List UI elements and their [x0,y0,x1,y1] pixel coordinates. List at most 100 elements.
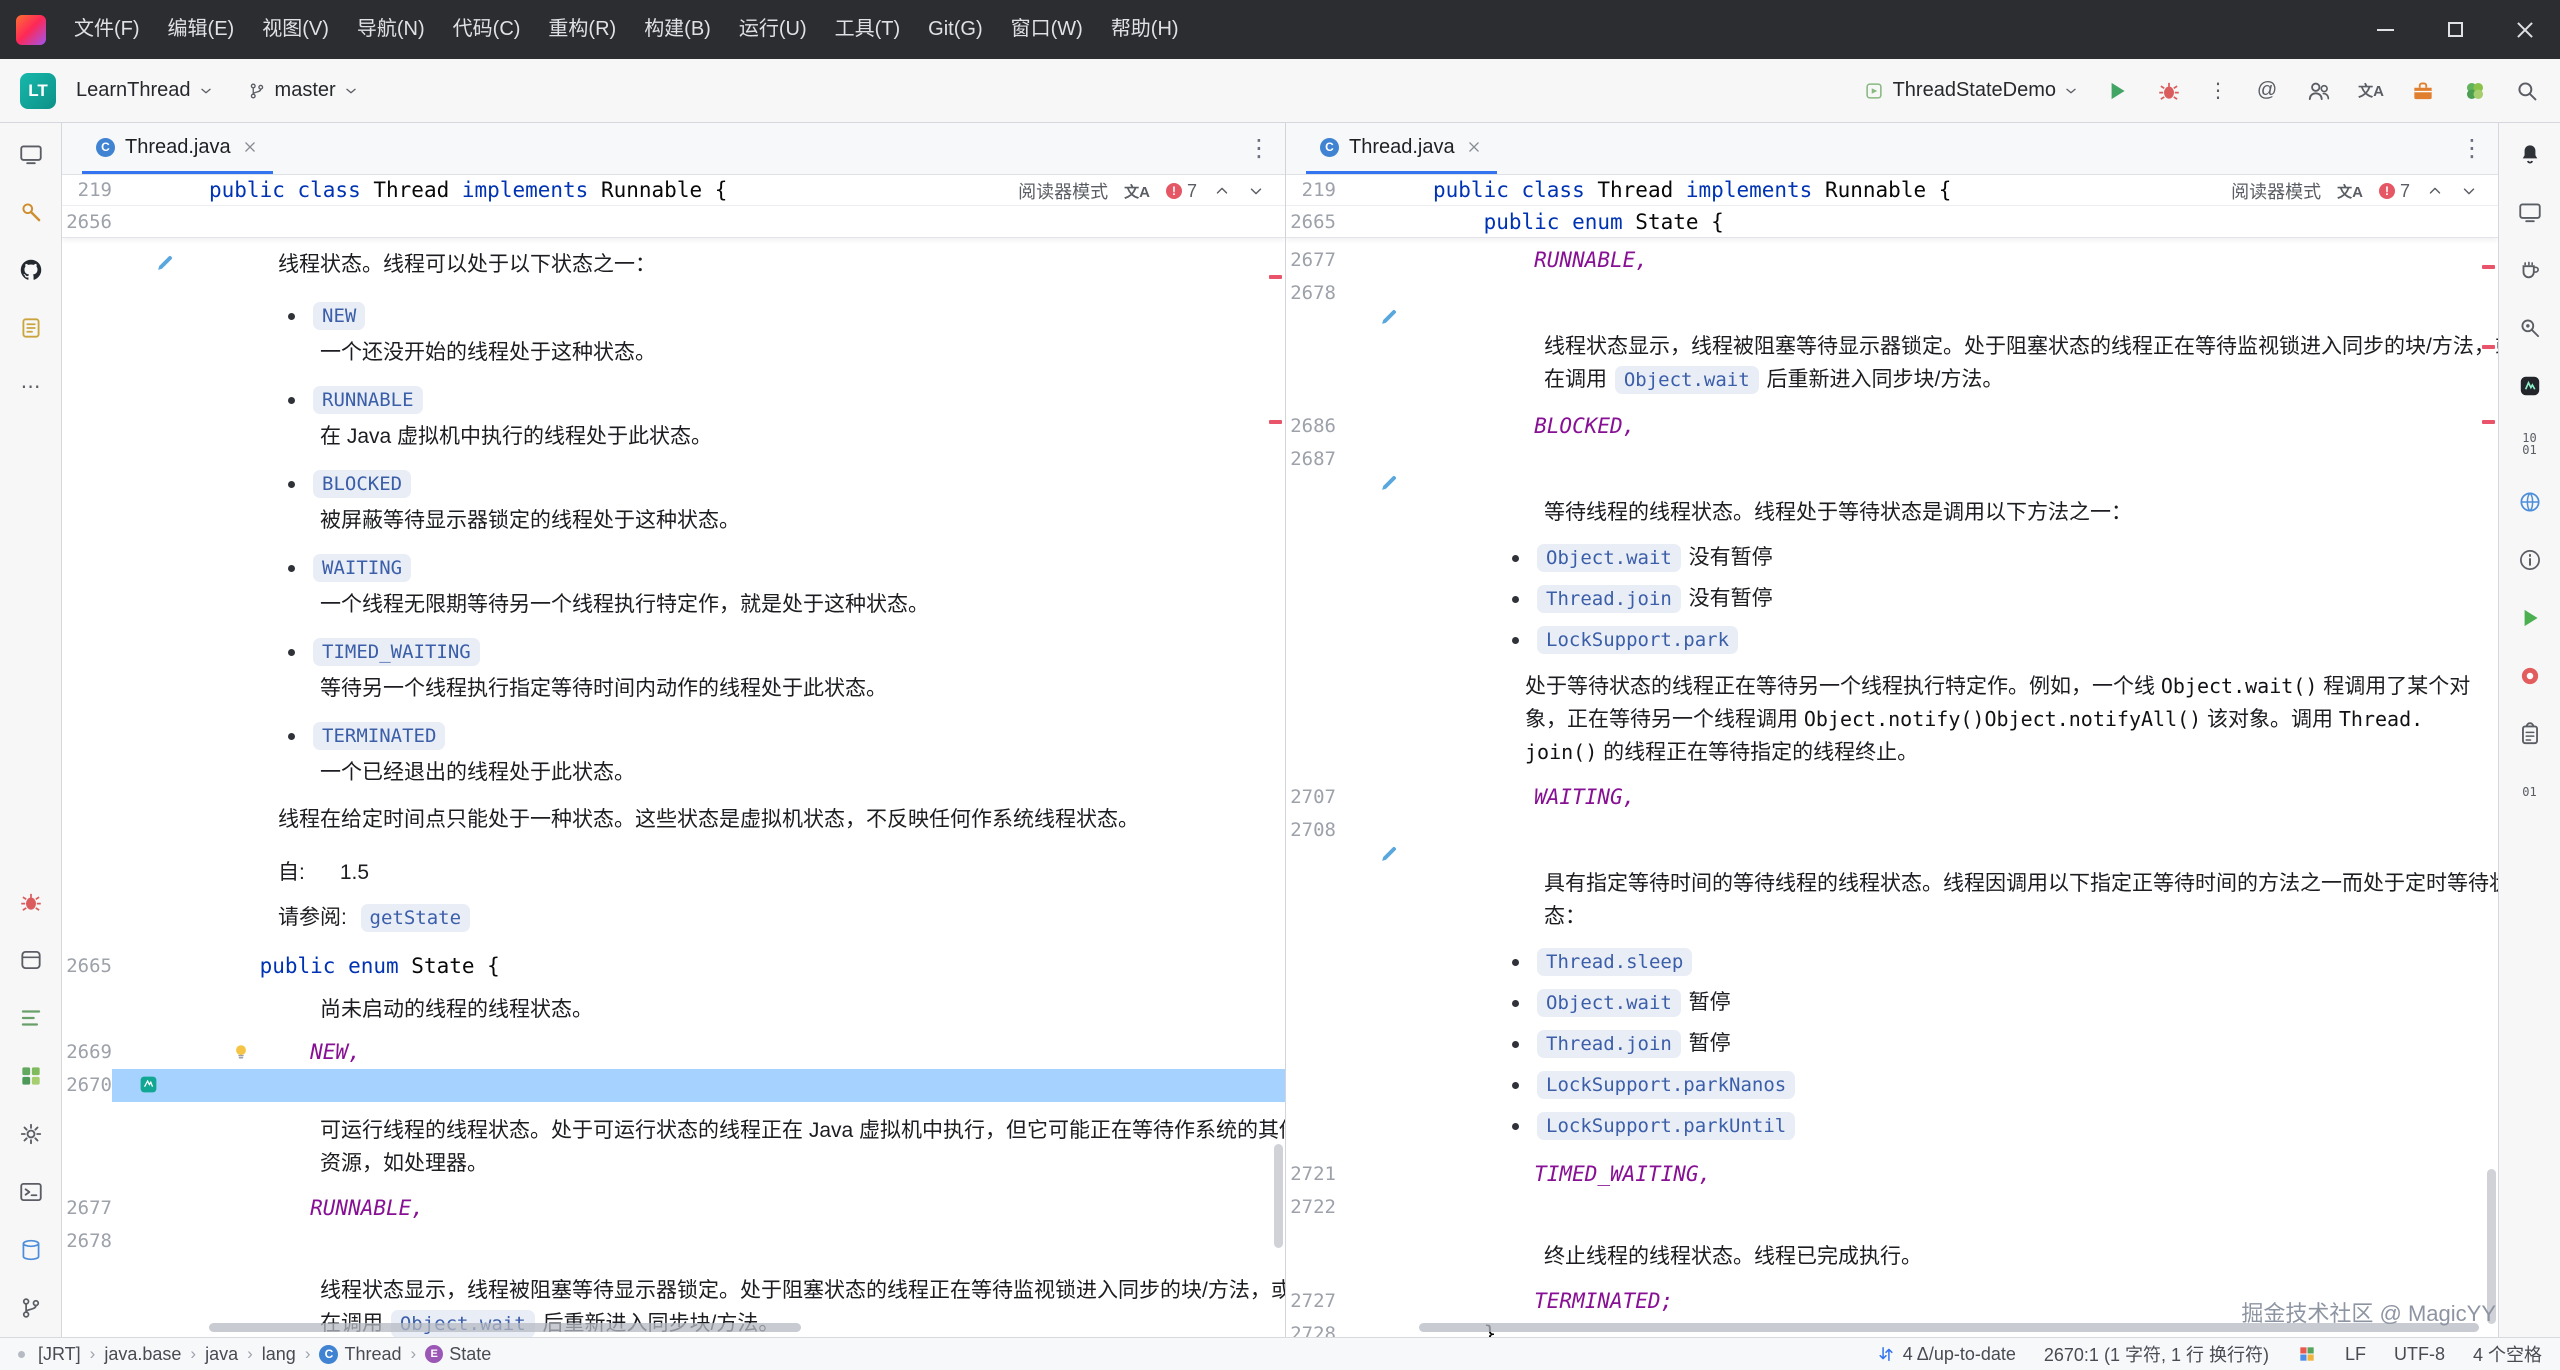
line-number[interactable] [62,901,112,934]
assistant-icon[interactable] [2517,373,2543,399]
line-number[interactable]: 2665 [62,950,112,983]
code-reference-chip[interactable]: Object.wait [1537,989,1681,1017]
line-number[interactable] [1286,900,1336,933]
more-icon[interactable]: ⋯ [18,373,44,399]
editor-line[interactable]: 等待线程的线程状态。线程处于等待状态是调用以下方法之一： [1286,496,2498,529]
vcs-sync-widget[interactable]: 4 Δ/up-to-date [1876,1344,2016,1365]
reader-mode-toggle[interactable]: 阅读器模式 [1018,178,1108,204]
line-number[interactable] [1286,703,1336,736]
line-number[interactable] [62,631,112,672]
line-number[interactable] [62,588,112,621]
line-number[interactable] [1286,1064,1336,1105]
translate-icon[interactable]: 文A [2358,78,2384,104]
next-problem-icon[interactable] [1247,182,1265,200]
sticky-line[interactable]: 2656 [62,206,1285,237]
line-number[interactable]: 219 [1286,179,1336,201]
editor-line[interactable]: 2678 [62,1225,1285,1258]
breadcrumb-item[interactable]: [JRT] [38,1344,81,1365]
line-number[interactable]: 2656 [62,211,112,233]
editor-line[interactable]: 一个已经退出的线程处于此状态。 [62,756,1285,789]
editor-line[interactable]: 可运行线程的线程状态。处于可运行状态的线程正在 Java 虚拟机中执行，但它可能… [62,1114,1285,1147]
line-number[interactable]: 2670 [62,1069,112,1102]
line-number[interactable] [1286,537,1336,578]
editor-line[interactable]: 具有指定等待时间的等待线程的线程状态。线程因调用以下指定正等待时间的方法之一而处… [1286,867,2498,900]
line-number[interactable]: 2687 [1286,443,1336,476]
line-number[interactable] [62,803,112,836]
device-icon[interactable] [18,141,44,167]
line-number[interactable]: 2728 [1286,1318,1336,1337]
line-number[interactable] [62,1307,112,1337]
code-reference-chip[interactable]: LockSupport.park [1537,626,1738,654]
line-separator-widget[interactable]: LF [2345,1344,2366,1365]
maximize-button[interactable] [2420,0,2490,59]
line-number[interactable] [62,715,112,756]
coffee-icon[interactable] [2517,257,2543,283]
editor-line[interactable]: WAITING [62,547,1285,588]
globe-icon[interactable] [2517,489,2543,515]
tab-options-icon[interactable]: ⋮ [1247,134,1271,163]
line-number[interactable]: 2677 [62,1192,112,1225]
app-logo-icon[interactable] [16,15,46,45]
code-reference-chip[interactable]: Thread.sleep [1537,948,1692,976]
code-reference-chip[interactable]: NEW [313,302,365,330]
menu-item[interactable]: 构建(B) [630,0,725,59]
line-number[interactable]: 2721 [1286,1158,1336,1191]
line-number[interactable] [1286,1240,1336,1273]
line-number[interactable] [62,672,112,705]
editor-line[interactable]: 2686 BLOCKED, [1286,410,2498,443]
line-number[interactable] [62,420,112,453]
vcs-branch-widget[interactable]: master [247,79,358,102]
editor-line[interactable]: 2707 WAITING, [1286,781,2498,814]
editor-line[interactable]: 2708 [1286,814,2498,847]
settings-icon[interactable] [18,1121,44,1147]
editor-line[interactable]: 2722 [1286,1191,2498,1224]
line-number[interactable] [1286,1105,1336,1146]
vertical-scrollbar[interactable] [1274,1144,1283,1248]
line-number[interactable] [62,547,112,588]
line-number[interactable] [1286,330,1336,363]
line-number[interactable] [62,248,112,281]
editor-tab[interactable]: CThread.java [1306,123,1497,174]
editor-line[interactable]: 象，正在等待另一个线程调用 Object.notify()Object.noti… [1286,703,2498,736]
git-branch-icon[interactable] [18,1295,44,1321]
menu-item[interactable]: 视图(V) [248,0,343,59]
error-stripe-mark[interactable] [2482,420,2495,424]
editor-line[interactable]: 等待另一个线程执行指定等待时间内动作的线程处于此状态。 [62,672,1285,705]
pencil-icon[interactable] [154,252,176,274]
editor-line[interactable]: 处于等待状态的线程正在等待另一个线程执行特定作。例如，一个线 Object.wa… [1286,670,2498,703]
close-button[interactable] [2490,0,2560,59]
line-number[interactable]: 2722 [1286,1191,1336,1224]
plugin-grid-icon[interactable] [2297,1344,2317,1364]
bulb-icon[interactable] [230,1041,252,1063]
at-icon[interactable]: @ [2254,78,2280,104]
editor-line[interactable]: 2677 RUNNABLE, [62,1192,1285,1225]
more-actions-icon[interactable]: ⋮ [2208,78,2228,103]
breadcrumb-item[interactable]: CThread [319,1344,401,1365]
line-number[interactable] [62,379,112,420]
line-number[interactable] [62,993,112,1026]
close-tab-icon[interactable] [1465,138,1483,156]
plugin-icon[interactable] [18,1063,44,1089]
editor-line[interactable]: 在调用 Object.wait 后重新进入同步块/方法。 [62,1307,1285,1337]
line-number[interactable] [1286,941,1336,982]
line-number[interactable] [1286,363,1336,396]
services-icon[interactable] [18,199,44,225]
line-number[interactable] [1286,619,1336,660]
next-problem-icon[interactable] [2460,182,2478,200]
code-reference-chip[interactable]: Thread.join [1537,585,1681,613]
editor-line[interactable]: NEW [62,295,1285,336]
line-number[interactable] [62,504,112,537]
editor-line[interactable]: 2687 [1286,443,2498,476]
selected-line[interactable]: 2670 [62,1069,1285,1102]
line-number[interactable]: 219 [62,179,112,201]
editor-line[interactable]: Thread.join 暂停 [1286,1023,2498,1064]
editor-line[interactable]: 2721 TIMED_WAITING, [1286,1158,2498,1191]
search-icon[interactable] [2514,78,2540,104]
editor-line[interactable]: 自: 1.5 [62,856,1285,889]
notifications-icon[interactable] [2517,141,2543,167]
line-number[interactable] [62,756,112,789]
code-reference-chip[interactable]: LockSupport.parkUntil [1537,1112,1795,1140]
editor-line[interactable]: 终止线程的线程状态。线程已完成执行。 [1286,1240,2498,1273]
project-widget[interactable]: LT LearnThread [20,73,213,109]
code-reference-chip[interactable]: getState [361,904,471,932]
